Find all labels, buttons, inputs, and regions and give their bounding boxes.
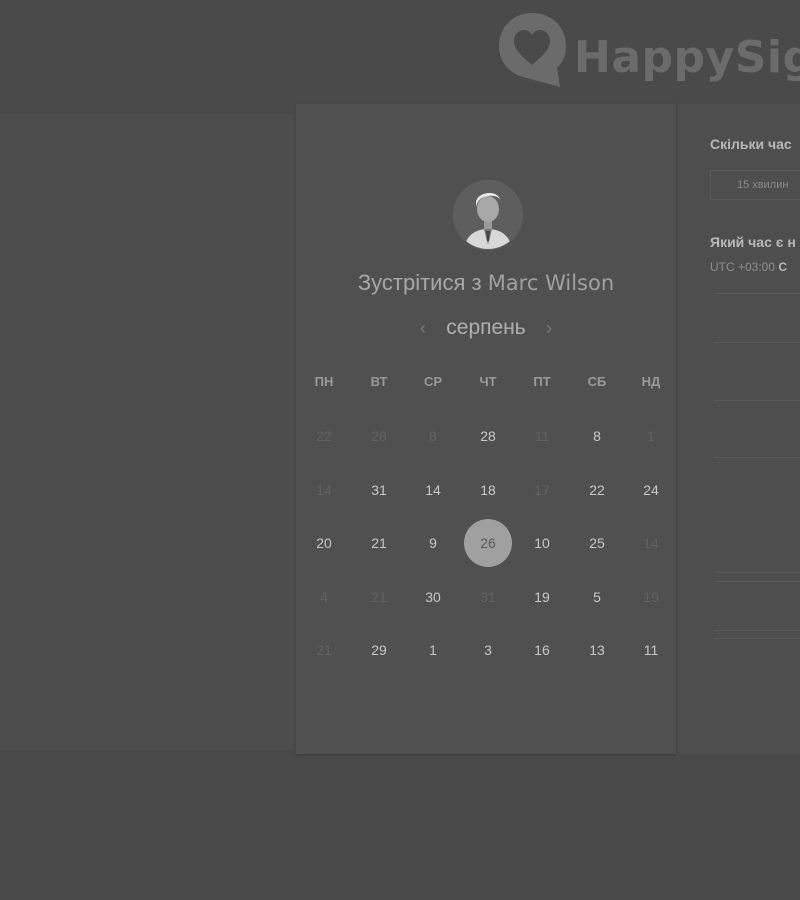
duration-question: Скільки час [710, 136, 792, 152]
calendar-panel: Зустрітися з Marc Wilson ‹ серпень › ПН В… [296, 104, 676, 754]
calendar-day[interactable]: 29 [359, 630, 399, 670]
calendar-day[interactable]: 11 [631, 630, 671, 670]
divider [714, 638, 800, 639]
calendar-day[interactable]: 1 [413, 630, 453, 670]
weekday-label: ПН [314, 374, 334, 389]
calendar-day: 4 [320, 589, 328, 605]
calendar-day[interactable]: 21 [359, 523, 399, 563]
calendar-day[interactable]: 19 [522, 577, 562, 617]
divider [714, 293, 800, 294]
calendar-day[interactable]: 25 [577, 523, 617, 563]
timezone-city: С [778, 260, 788, 274]
divider [714, 457, 800, 458]
timezone-offset: UTC +03:00 [710, 260, 776, 274]
calendar-day: 22 [316, 428, 332, 444]
calendar-day: 8 [429, 428, 437, 444]
calendar-day[interactable]: 10 [522, 523, 562, 563]
divider [714, 581, 800, 582]
calendar-day: 14 [316, 482, 332, 498]
calendar-day[interactable]: 3 [468, 630, 508, 670]
brand-name: HappySign [574, 32, 800, 83]
host-avatar [453, 180, 523, 250]
month-navigation: ‹ серпень › [296, 316, 676, 340]
calendar-day[interactable]: 30 [413, 577, 453, 617]
booking-details-panel: Скільки час 15 хвилин Який час є н UTC +… [678, 104, 800, 754]
meeting-title-prefix: Зустрітися з [357, 270, 482, 295]
heart-speech-bubble-icon [499, 13, 566, 87]
weekday-header: ПН ВТ СР ЧТ ПТ СБ НД [296, 374, 676, 394]
divider [714, 572, 800, 573]
calendar-day: 28 [371, 428, 387, 444]
calendar-day: 31 [480, 589, 496, 605]
divider [714, 400, 800, 401]
divider [714, 630, 800, 631]
calendar-day[interactable]: 24 [631, 470, 671, 510]
weekday-label: СР [423, 374, 443, 389]
chevron-right-icon[interactable]: › [546, 318, 552, 339]
calendar-day[interactable]: 13 [577, 630, 617, 670]
calendar-day[interactable]: 31 [359, 470, 399, 510]
weekday-label: ВТ [370, 374, 388, 389]
timezone-selector[interactable]: UTC +03:00 С [710, 260, 787, 274]
calendar-day[interactable]: 16 [522, 630, 562, 670]
calendar-day-selected[interactable]: 26 [464, 519, 512, 567]
weekday-label: СБ [587, 374, 607, 389]
time-question: Який час є н [710, 234, 796, 250]
meeting-title: Зустрітися з Marc Wilson [296, 270, 676, 296]
host-photo [454, 181, 522, 249]
weekday-label: ПТ [533, 374, 551, 389]
calendar-day[interactable]: 20 [304, 523, 344, 563]
calendar-day[interactable]: 8 [577, 416, 617, 456]
calendar-day: 19 [643, 589, 659, 605]
calendar-day: 11 [534, 428, 550, 444]
calendar-day: 14 [643, 535, 659, 551]
calendar-day: 17 [534, 482, 550, 498]
chevron-left-icon[interactable]: ‹ [420, 318, 426, 339]
calendar-day: 21 [316, 642, 332, 658]
calendar-day[interactable]: 14 [413, 470, 453, 510]
month-label: серпень [446, 316, 526, 339]
calendar-day[interactable]: 18 [468, 470, 508, 510]
left-panel [0, 114, 294, 750]
duration-option-button[interactable]: 15 хвилин [710, 170, 800, 200]
calendar-day[interactable]: 9 [413, 523, 453, 563]
calendar-day: 21 [371, 589, 387, 605]
host-name: Marc Wilson [487, 271, 615, 295]
header: HappySign [0, 0, 800, 112]
divider [714, 342, 800, 343]
brand-logo[interactable]: HappySign [496, 10, 800, 90]
calendar-day[interactable]: 22 [577, 470, 617, 510]
calendar-day[interactable]: 5 [577, 577, 617, 617]
weekday-label: ЧТ [479, 374, 497, 389]
calendar-day[interactable]: 28 [468, 416, 508, 456]
weekday-label: НД [641, 374, 661, 389]
calendar-day: 1 [647, 428, 655, 444]
